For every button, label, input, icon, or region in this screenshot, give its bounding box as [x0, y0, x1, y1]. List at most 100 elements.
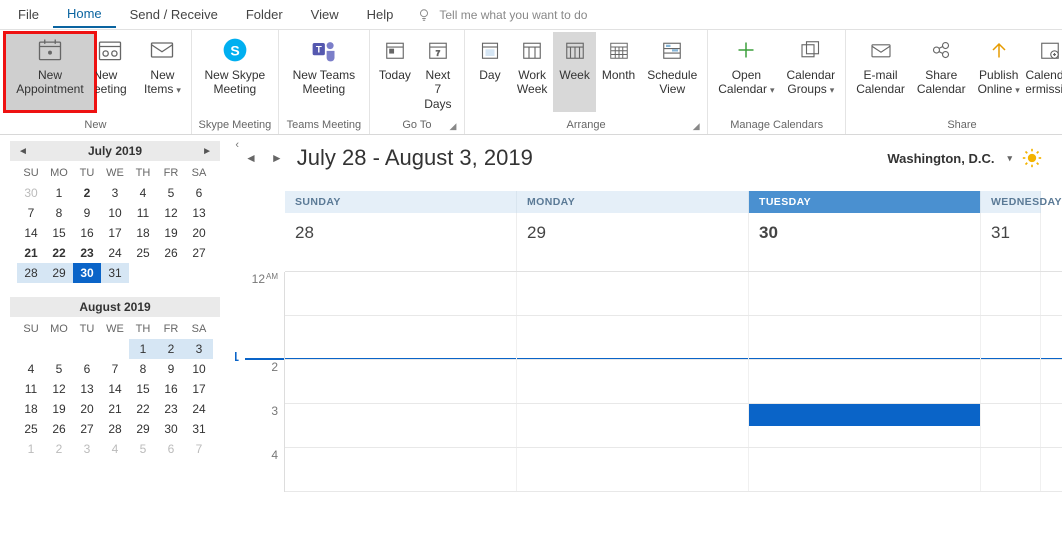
tab-send-receive[interactable]: Send / Receive: [116, 2, 232, 27]
new-teams-meeting-button[interactable]: T New Teams Meeting: [283, 32, 365, 112]
mini-cal-day[interactable]: 2: [73, 183, 101, 203]
goto-launcher-icon[interactable]: ◢: [448, 121, 458, 131]
mini-cal-day[interactable]: 13: [185, 203, 213, 223]
new-appointment-button[interactable]: New Appointment: [4, 32, 96, 112]
month-view-button[interactable]: Month: [596, 32, 641, 112]
mini-cal-day[interactable]: 2: [45, 439, 73, 459]
mini-cal-day[interactable]: 20: [185, 223, 213, 243]
mini-cal-day[interactable]: 1: [17, 439, 45, 459]
time-slot[interactable]: [981, 404, 1041, 447]
tell-me-search[interactable]: Tell me what you want to do: [417, 8, 587, 22]
day-date-cell[interactable]: 29: [517, 213, 749, 271]
mini-cal-day[interactable]: 3: [101, 183, 129, 203]
time-slot[interactable]: [517, 448, 749, 491]
open-calendar-button[interactable]: Open Calendar▾: [712, 32, 780, 112]
time-slot[interactable]: [981, 272, 1041, 315]
mini-cal-day[interactable]: 5: [45, 359, 73, 379]
tab-view[interactable]: View: [297, 2, 353, 27]
time-slot[interactable]: [285, 404, 517, 447]
time-slot[interactable]: [285, 272, 517, 315]
mini-cal-day[interactable]: 28: [101, 419, 129, 439]
publish-online-button[interactable]: Publish Online▾: [972, 32, 1026, 112]
mini-cal-day[interactable]: 21: [17, 243, 45, 263]
day-header[interactable]: MONDAY: [517, 191, 749, 213]
mini-cal-day[interactable]: 3: [73, 439, 101, 459]
mini-cal-day[interactable]: 4: [17, 359, 45, 379]
mini-cal-day[interactable]: 4: [101, 439, 129, 459]
mini-cal-day[interactable]: 8: [45, 203, 73, 223]
mini-cal-day[interactable]: 15: [45, 223, 73, 243]
mini-cal-day[interactable]: 12: [157, 203, 185, 223]
mini-cal-day[interactable]: 31: [185, 419, 213, 439]
mini-cal-day[interactable]: 22: [45, 243, 73, 263]
mini-cal-day[interactable]: 10: [185, 359, 213, 379]
next-week-icon[interactable]: ►: [271, 151, 283, 165]
time-slot[interactable]: [749, 404, 981, 447]
mini-cal-day[interactable]: 26: [157, 243, 185, 263]
time-slot[interactable]: [285, 316, 517, 359]
share-calendar-button[interactable]: Share Calendar: [911, 32, 972, 112]
new-meeting-button[interactable]: New Meeting: [96, 32, 138, 112]
mini-cal-day[interactable]: 24: [185, 399, 213, 419]
mini-cal-day[interactable]: 25: [129, 243, 157, 263]
work-week-view-button[interactable]: Work Week: [511, 32, 553, 112]
mini-cal-day[interactable]: 11: [17, 379, 45, 399]
tab-help[interactable]: Help: [353, 2, 408, 27]
time-slot[interactable]: [981, 448, 1041, 491]
mini-cal-day[interactable]: 7: [17, 203, 45, 223]
day-header[interactable]: WEDNESDAY: [981, 191, 1041, 213]
mini-cal-day[interactable]: 19: [157, 223, 185, 243]
time-slot[interactable]: [517, 404, 749, 447]
mini-cal-day[interactable]: 15: [129, 379, 157, 399]
mini-cal-day[interactable]: 17: [101, 223, 129, 243]
mini-cal-day[interactable]: 23: [73, 243, 101, 263]
mini-cal-day[interactable]: 24: [101, 243, 129, 263]
time-slot[interactable]: [285, 448, 517, 491]
day-header[interactable]: TUESDAY: [749, 191, 981, 213]
mini-cal-day[interactable]: 30: [73, 263, 101, 283]
time-slot[interactable]: [285, 360, 517, 403]
mini-cal-day[interactable]: 5: [157, 183, 185, 203]
mini-cal-day[interactable]: 25: [17, 419, 45, 439]
time-slot[interactable]: [517, 272, 749, 315]
mini-cal-day[interactable]: 7: [101, 359, 129, 379]
day-header[interactable]: SUNDAY: [285, 191, 517, 213]
mini-cal-day[interactable]: 12: [45, 379, 73, 399]
time-slot[interactable]: [749, 360, 981, 403]
next-month-icon[interactable]: ►: [198, 146, 216, 157]
next-7-days-button[interactable]: 7 Next 7 Days: [416, 32, 460, 112]
mini-cal-day[interactable]: 8: [129, 359, 157, 379]
arrange-launcher-icon[interactable]: ◢: [691, 121, 701, 131]
time-slot[interactable]: [517, 316, 749, 359]
time-slot[interactable]: [517, 360, 749, 403]
mini-cal-day[interactable]: 16: [157, 379, 185, 399]
day-date-cell[interactable]: 30: [749, 213, 981, 271]
mini-cal-day[interactable]: 28: [17, 263, 45, 283]
prev-month-icon[interactable]: ◄: [14, 146, 32, 157]
tab-home[interactable]: Home: [53, 1, 116, 28]
mini-cal-day[interactable]: 18: [129, 223, 157, 243]
mini-cal-day[interactable]: 27: [73, 419, 101, 439]
mini-cal-day[interactable]: 17: [185, 379, 213, 399]
mini-cal-day[interactable]: 27: [185, 243, 213, 263]
new-items-button[interactable]: New Items▾: [138, 32, 187, 112]
email-calendar-button[interactable]: E-mail Calendar: [850, 32, 911, 112]
calendar-permissions-button[interactable]: Calendar Permissions: [1026, 32, 1062, 112]
day-date-cell[interactable]: 28: [285, 213, 517, 271]
mini-cal-day[interactable]: 22: [129, 399, 157, 419]
mini-cal-day[interactable]: 23: [157, 399, 185, 419]
mini-cal-day[interactable]: 4: [129, 183, 157, 203]
mini-cal-day[interactable]: 9: [73, 203, 101, 223]
mini-cal-day[interactable]: 21: [101, 399, 129, 419]
weather-location[interactable]: Washington, D.C. ▾: [887, 148, 1042, 168]
mini-cal-day[interactable]: 30: [17, 183, 45, 203]
mini-cal-day[interactable]: 1: [45, 183, 73, 203]
mini-cal-day[interactable]: 29: [45, 263, 73, 283]
today-button[interactable]: Today: [374, 32, 416, 112]
mini-cal-day[interactable]: 6: [157, 439, 185, 459]
new-skype-meeting-button[interactable]: S New Skype Meeting: [196, 32, 274, 112]
mini-cal-day[interactable]: 29: [129, 419, 157, 439]
schedule-view-button[interactable]: Schedule View: [641, 32, 703, 112]
mini-cal-day[interactable]: 9: [157, 359, 185, 379]
time-slot[interactable]: [749, 448, 981, 491]
